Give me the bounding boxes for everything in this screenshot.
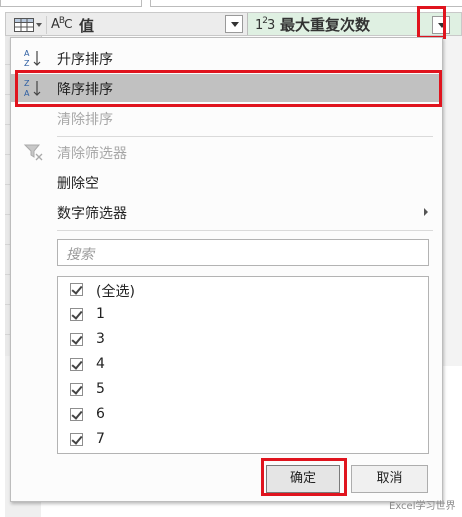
list-item-label: 4 [96, 356, 105, 372]
cancel-button[interactable]: 取消 [351, 465, 428, 493]
column1-title: 值 [79, 17, 95, 35]
checkbox-checked[interactable] [70, 283, 83, 296]
column1-filter-button[interactable] [225, 15, 243, 33]
search-placeholder: 搜索 [66, 247, 94, 263]
value-list[interactable]: (全选) 1 3 4 5 6 7 [57, 276, 429, 454]
list-item-label: 5 [96, 381, 105, 397]
check-icon [71, 433, 83, 445]
checkbox-checked[interactable] [70, 383, 83, 396]
search-input[interactable]: 搜索 [57, 239, 429, 266]
sheet-right-area [443, 36, 462, 366]
check-icon [71, 283, 83, 295]
abc-type-icon[interactable]: ABC [51, 16, 73, 32]
list-item[interactable]: 6 [58, 403, 428, 428]
sort-descending-highlight [15, 70, 442, 107]
header-divider [46, 16, 47, 34]
menu-sort-ascending[interactable]: A Z 升序排序 [11, 44, 442, 72]
123-type-icon[interactable]: 123 [255, 16, 275, 33]
menu-clear-filter[interactable]: 清除筛选器 [11, 138, 442, 166]
list-item[interactable]: 1 [58, 303, 428, 328]
checkbox-checked[interactable] [70, 308, 83, 321]
list-item-label: 1 [96, 306, 105, 322]
column-header-row: ABC 值 123 最大重复次数 [5, 12, 462, 36]
formula-box-left [0, 0, 142, 7]
menu-separator [57, 136, 433, 137]
svg-text:A: A [24, 49, 30, 58]
abc-glyph-c: C [64, 17, 72, 31]
menu-clear-sort[interactable]: 清除排序 [11, 104, 442, 132]
checkbox-checked[interactable] [70, 358, 83, 371]
checkbox-checked[interactable] [70, 433, 83, 446]
check-icon [71, 358, 83, 370]
menu-label: 清除排序 [57, 112, 113, 128]
list-item-label: 3 [96, 331, 105, 347]
list-item-label: 6 [96, 406, 105, 422]
check-icon [71, 308, 83, 320]
menu-remove-empty[interactable]: 删除空 [11, 168, 442, 196]
list-item[interactable]: 5 [58, 378, 428, 403]
list-item[interactable]: 4 [58, 353, 428, 378]
menu-label: 升序排序 [57, 52, 113, 68]
chevron-right-icon [424, 208, 428, 216]
checkbox-checked[interactable] [70, 333, 83, 346]
list-item[interactable]: 7 [58, 428, 428, 453]
table-menu-caret-icon[interactable] [36, 23, 42, 27]
menu-label: 清除筛选器 [57, 146, 127, 162]
list-item-label: (全选) [96, 284, 135, 300]
list-item-select-all[interactable]: (全选) [58, 278, 428, 303]
sort-ascending-icon: A Z [24, 49, 41, 68]
menu-separator [57, 230, 433, 231]
list-item-label: 7 [96, 431, 105, 447]
chevron-down-icon [231, 22, 239, 27]
num-glyph-3: 3 [267, 18, 275, 33]
clear-filter-icon [23, 144, 43, 161]
watermark-text: Excel学习世界 [389, 501, 456, 512]
check-icon [71, 333, 83, 345]
ok-button-highlight [261, 458, 347, 496]
abc-glyph-a: A [51, 17, 60, 32]
filter-button-highlight [417, 6, 446, 39]
menu-number-filters[interactable]: 数字筛选器 [11, 198, 442, 226]
column2-title: 最大重复次数 [280, 16, 371, 34]
svg-text:Z: Z [24, 59, 30, 68]
menu-label: 删除空 [57, 176, 99, 192]
formula-box-right [150, 0, 462, 7]
table-grid-icon[interactable] [14, 18, 34, 32]
check-icon [71, 408, 83, 420]
menu-label: 数字筛选器 [57, 206, 127, 222]
check-icon [71, 383, 83, 395]
checkbox-checked[interactable] [70, 408, 83, 421]
list-item[interactable]: 3 [58, 328, 428, 353]
